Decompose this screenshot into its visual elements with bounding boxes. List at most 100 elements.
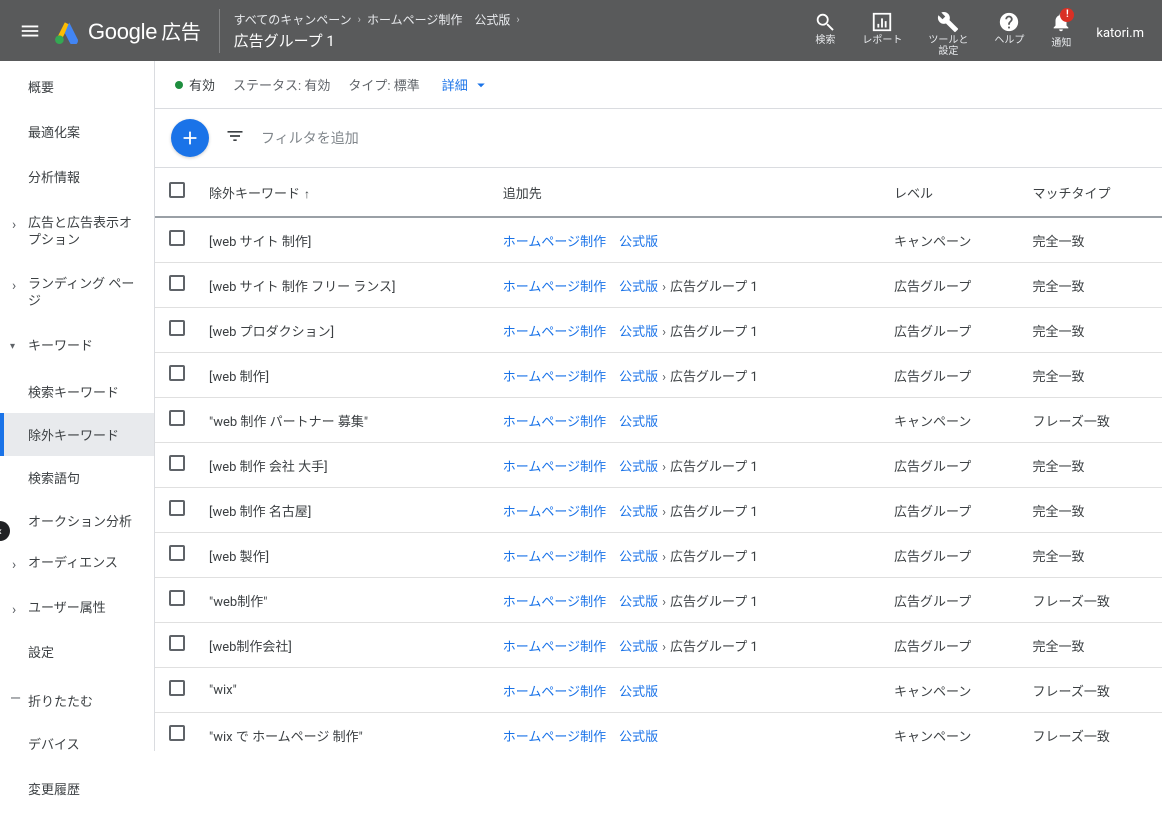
dest-version-link[interactable]: 公式版: [619, 550, 658, 565]
dest-version-link[interactable]: 公式版: [619, 415, 658, 430]
dest-campaign-link[interactable]: ホームページ制作: [503, 640, 606, 655]
cell-level: 広告グループ: [884, 488, 1023, 533]
dest-version-link[interactable]: 公式版: [619, 370, 658, 385]
dest-version-link[interactable]: 公式版: [619, 280, 658, 295]
cell-keyword[interactable]: "web制作": [199, 578, 493, 623]
row-checkbox[interactable]: [169, 680, 185, 696]
table-scroll[interactable]: 除外キーワード↑ 追加先 レベル マッチタイプ [web サイト 制作]ホームペ…: [155, 168, 1162, 751]
sidenav-item-ads-extensions[interactable]: 広告と広告表示オプション: [0, 202, 154, 264]
dest-campaign-link[interactable]: ホームページ制作: [503, 550, 606, 565]
add-button[interactable]: [171, 119, 209, 157]
sidenav-item-audiences[interactable]: オーディエンス: [0, 542, 154, 587]
col-match[interactable]: マッチタイプ: [1023, 168, 1162, 217]
dest-version-link[interactable]: 公式版: [619, 460, 658, 475]
row-checkbox[interactable]: [169, 365, 185, 381]
row-checkbox[interactable]: [169, 590, 185, 606]
cell-added-to: ホームページ制作 公式版: [493, 217, 884, 263]
dest-version-link[interactable]: 公式版: [619, 730, 658, 745]
dest-version-link[interactable]: 公式版: [619, 505, 658, 520]
cell-keyword[interactable]: [web サイト 制作 フリー ランス]: [199, 263, 493, 308]
header-search-button[interactable]: 検索: [806, 9, 844, 48]
sidenav-sub-search-keywords[interactable]: 検索キーワード: [0, 370, 154, 413]
dest-campaign-link[interactable]: ホームページ制作: [503, 460, 606, 475]
cell-keyword[interactable]: [web サイト 制作]: [199, 217, 493, 263]
dest-campaign-link[interactable]: ホームページ制作: [503, 730, 606, 745]
dest-version-link[interactable]: 公式版: [619, 595, 658, 610]
sidenav-item-settings[interactable]: 設定: [0, 632, 154, 677]
sidenav-item-change-history[interactable]: 変更履歴: [0, 769, 154, 814]
row-checkbox[interactable]: [169, 275, 185, 291]
sidenav-item-insights[interactable]: 分析情報: [0, 157, 154, 202]
status-detail-link[interactable]: 詳細: [442, 75, 490, 94]
header-notifications-button[interactable]: ! 通知: [1042, 9, 1080, 51]
row-checkbox[interactable]: [169, 500, 185, 516]
sidenav-item-landing-pages[interactable]: ランディング ページ: [0, 263, 154, 325]
dest-campaign-link[interactable]: ホームページ制作: [503, 370, 606, 385]
cell-keyword[interactable]: [web 制作]: [199, 353, 493, 398]
main-panel: 有効 ステータス: 有効 タイプ: 標準 詳細 フィルタを追加: [155, 61, 1162, 751]
sidenav-collapse-section[interactable]: 折りたたむ: [0, 677, 154, 724]
dest-campaign-link[interactable]: ホームページ制作: [503, 595, 606, 610]
dest-version-link[interactable]: 公式版: [619, 685, 658, 700]
row-checkbox[interactable]: [169, 725, 185, 741]
row-checkbox[interactable]: [169, 230, 185, 246]
sidenav-sub-negative-keywords[interactable]: 除外キーワード: [0, 413, 154, 456]
col-added-to[interactable]: 追加先: [493, 168, 884, 217]
row-checkbox[interactable]: [169, 455, 185, 471]
row-checkbox[interactable]: [169, 545, 185, 561]
filter-placeholder[interactable]: フィルタを追加: [261, 128, 359, 148]
row-checkbox[interactable]: [169, 320, 185, 336]
cell-keyword[interactable]: "wix で ホームページ 制作": [199, 713, 493, 752]
hamburger-menu-icon[interactable]: [10, 11, 50, 51]
cell-match: フレーズ一致: [1023, 398, 1162, 443]
cell-level: キャンペーン: [884, 217, 1023, 263]
breadcrumb-current[interactable]: 広告グループ 1: [234, 30, 520, 51]
table-row: "wix"ホームページ制作 公式版キャンペーンフレーズ一致: [155, 668, 1162, 713]
dest-campaign-link[interactable]: ホームページ制作: [503, 505, 606, 520]
dest-adgroup-text: 広告グループ 1: [670, 595, 758, 610]
account-label[interactable]: katori.m: [1096, 26, 1144, 41]
dest-version-link[interactable]: 公式版: [619, 235, 658, 250]
dest-campaign-link[interactable]: ホームページ制作: [503, 685, 606, 700]
sidenav-item-keywords[interactable]: キーワード: [0, 325, 154, 370]
cell-keyword[interactable]: "web 制作 パートナー 募集": [199, 398, 493, 443]
sidenav-item-devices[interactable]: デバイス: [0, 724, 154, 769]
sidenav-item-overview[interactable]: 概要: [0, 67, 154, 112]
breadcrumb-root[interactable]: すべてのキャンペーン: [234, 11, 352, 28]
cell-keyword[interactable]: [web 制作 名古屋]: [199, 488, 493, 533]
header-help-button[interactable]: ヘルプ: [986, 9, 1032, 48]
select-all-checkbox[interactable]: [169, 182, 185, 198]
dest-version-link[interactable]: 公式版: [619, 640, 658, 655]
cell-level: 広告グループ: [884, 533, 1023, 578]
cell-keyword[interactable]: "wix": [199, 668, 493, 713]
cell-keyword[interactable]: [web 製作]: [199, 533, 493, 578]
cell-keyword[interactable]: [web プロダクション]: [199, 308, 493, 353]
dest-campaign-link[interactable]: ホームページ制作: [503, 235, 606, 250]
sidenav-sub-search-terms[interactable]: 検索語句: [0, 456, 154, 499]
logo-area[interactable]: Google広告: [54, 16, 201, 45]
cell-keyword[interactable]: [web制作会社]: [199, 623, 493, 668]
sidenav-item-recommendations[interactable]: 最適化案: [0, 112, 154, 157]
dest-adgroup-text: 広告グループ 1: [670, 280, 758, 295]
cell-keyword[interactable]: [web 制作 会社 大手]: [199, 443, 493, 488]
table-row: [web 制作 会社 大手]ホームページ制作 公式版›広告グループ 1広告グルー…: [155, 443, 1162, 488]
cell-level: 広告グループ: [884, 353, 1023, 398]
status-enabled[interactable]: 有効: [175, 75, 215, 94]
row-checkbox[interactable]: [169, 410, 185, 426]
col-level[interactable]: レベル: [884, 168, 1023, 217]
dest-campaign-link[interactable]: ホームページ制作: [503, 415, 606, 430]
sidenav-item-demographics[interactable]: ユーザー属性: [0, 587, 154, 632]
header-tools-settings-button[interactable]: ツールと設定: [920, 9, 976, 59]
dest-campaign-link[interactable]: ホームページ制作: [503, 280, 606, 295]
row-checkbox[interactable]: [169, 635, 185, 651]
header-reports-button[interactable]: レポート: [854, 9, 910, 48]
sidenav-sub-auction-insights[interactable]: オークション分析: [0, 499, 154, 542]
table-row: [web 製作]ホームページ制作 公式版›広告グループ 1広告グループ完全一致: [155, 533, 1162, 578]
table-row: [web 制作]ホームページ制作 公式版›広告グループ 1広告グループ完全一致: [155, 353, 1162, 398]
dest-campaign-link[interactable]: ホームページ制作: [503, 325, 606, 340]
col-keyword[interactable]: 除外キーワード↑: [199, 168, 493, 217]
filter-icon[interactable]: [225, 126, 245, 150]
table-row: "web 制作 パートナー 募集"ホームページ制作 公式版キャンペーンフレーズ一…: [155, 398, 1162, 443]
dest-version-link[interactable]: 公式版: [619, 325, 658, 340]
breadcrumb-campaign[interactable]: ホームページ制作 公式版: [367, 11, 510, 28]
